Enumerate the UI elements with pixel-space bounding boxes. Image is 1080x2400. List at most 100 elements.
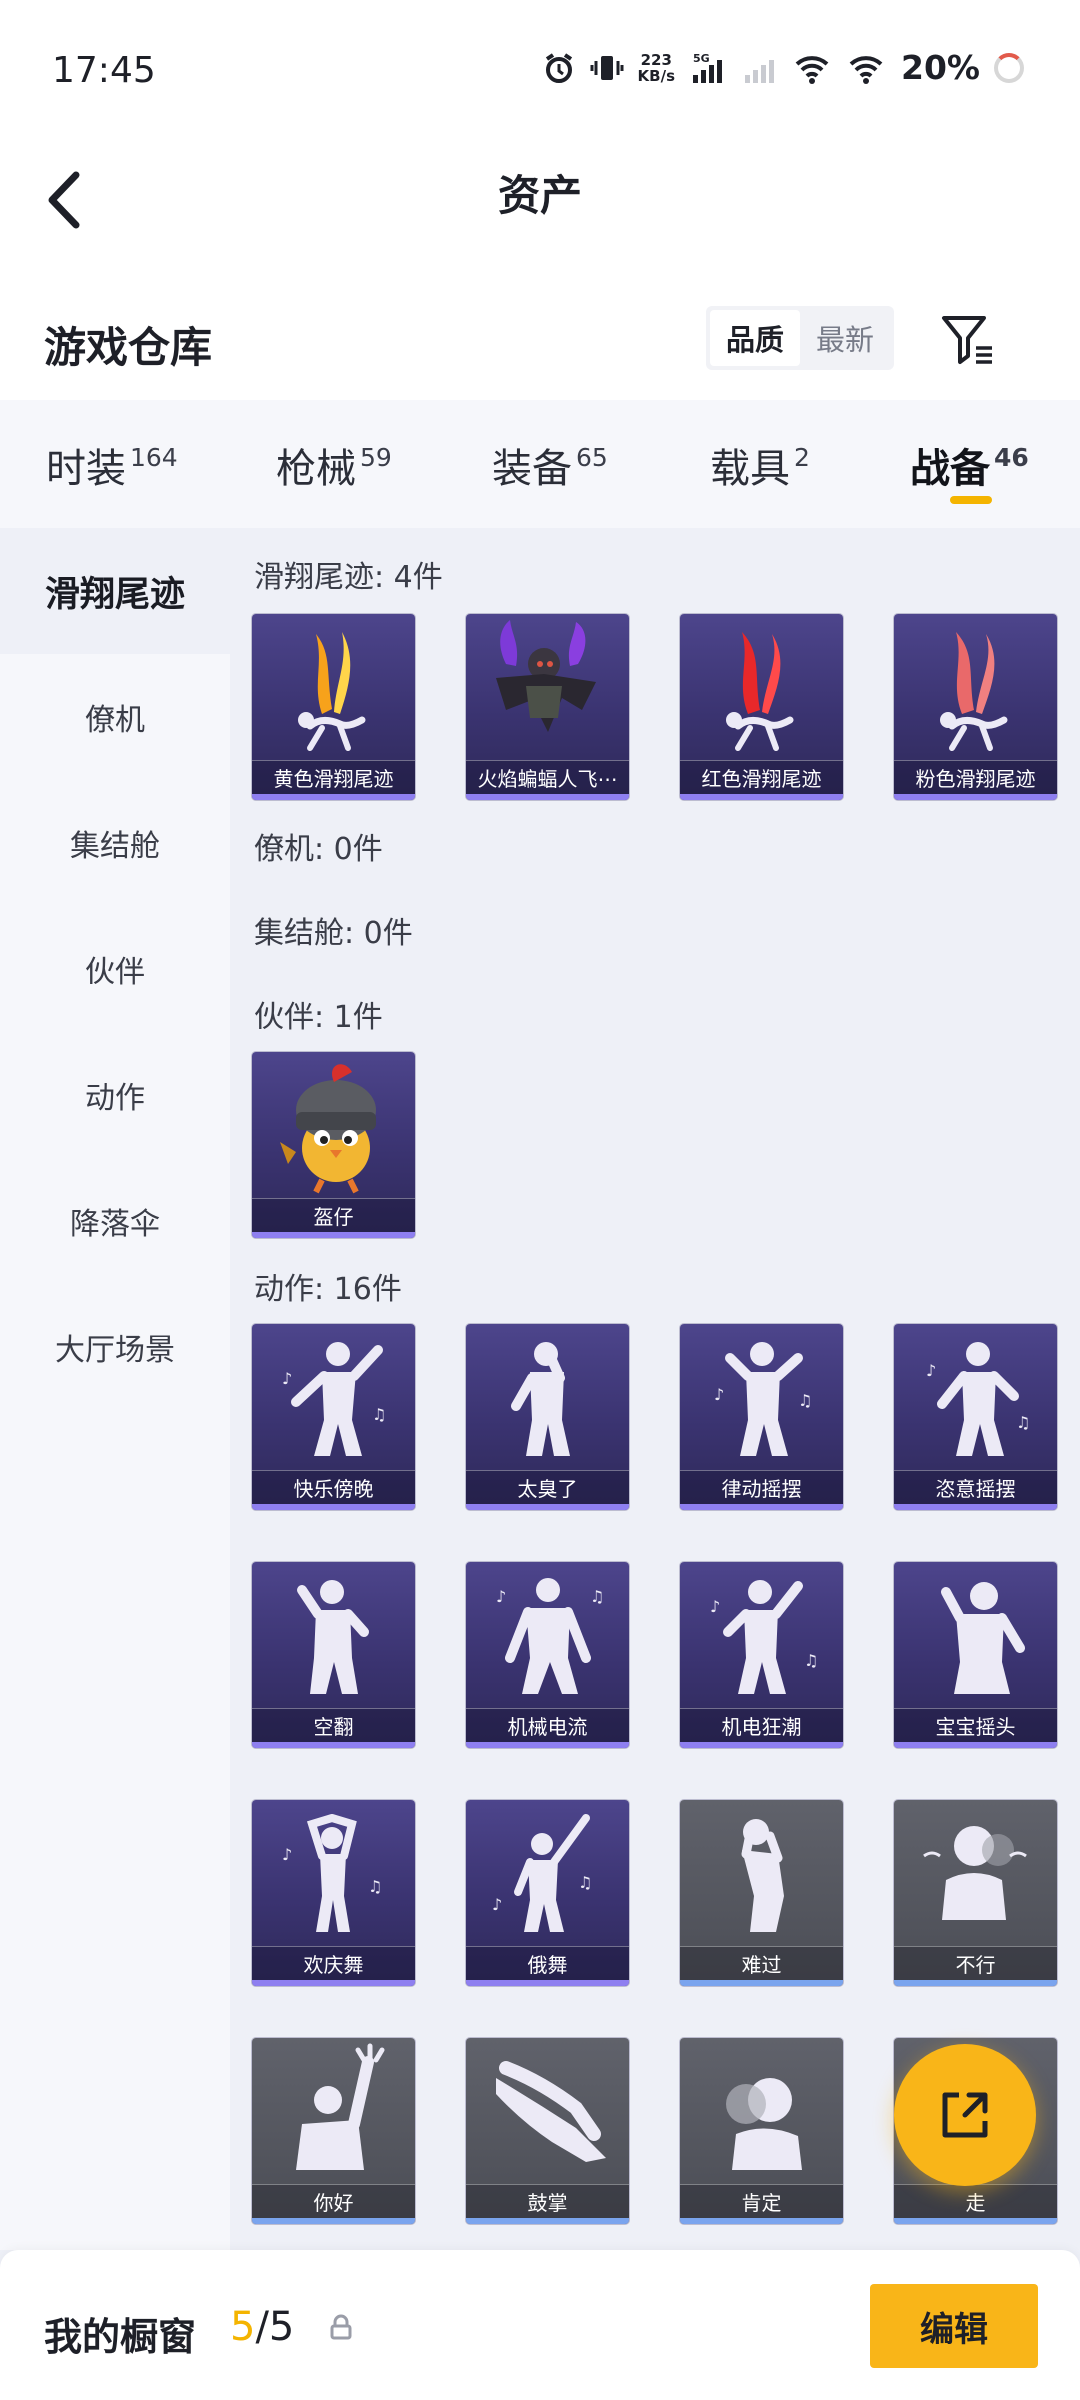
lock-icon <box>330 2314 352 2340</box>
item-name: 鼓掌 <box>466 2184 629 2218</box>
free-sway-emote-art: ♪♫ <box>926 1342 1030 1456</box>
item-name: 你好 <box>252 2184 415 2218</box>
page-title: 资产 <box>497 171 582 220</box>
item-name: 恣意摇摆 <box>894 1470 1057 1504</box>
item-card[interactable]: 太臭了 <box>466 1324 629 1510</box>
electro-wave-emote-art: ♪♫ <box>710 1580 818 1694</box>
tab-equipment[interactable]: 装备 65 <box>492 436 608 494</box>
filter-button[interactable] <box>938 310 998 370</box>
item-card[interactable]: 空翻 <box>252 1562 415 1748</box>
item-name: 肯定 <box>680 2184 843 2218</box>
item-name: 难过 <box>680 1946 843 1980</box>
item-name: 欢庆舞 <box>252 1946 415 1980</box>
sidebar-item-partner[interactable]: 伙伴 <box>0 906 230 1032</box>
wifi-plus-icon <box>795 55 829 84</box>
svg-text:♫: ♫ <box>372 1405 386 1424</box>
svg-text:♪: ♪ <box>496 1587 506 1606</box>
rarity-bar <box>252 794 415 800</box>
item-name: 快乐傍晚 <box>252 1470 415 1504</box>
item-card[interactable]: ♪ ♫ 律动摇摆 <box>680 1324 843 1510</box>
item-card[interactable]: 不行 <box>894 1800 1057 1986</box>
item-card[interactable]: ♪ ♫ 快乐傍晚 <box>252 1324 415 1510</box>
item-name: 红色滑翔尾迹 <box>680 760 843 794</box>
item-name: 黄色滑翔尾迹 <box>252 760 415 794</box>
item-card[interactable]: 你好 <box>252 2038 415 2224</box>
share-button[interactable] <box>894 2044 1036 2186</box>
sort-quality-option[interactable]: 品质 <box>710 310 800 366</box>
signal-icon <box>745 59 774 83</box>
svg-text:♫: ♫ <box>798 1391 812 1410</box>
item-name: 机电狂潮 <box>680 1708 843 1742</box>
flip-emote-art <box>297 1580 369 1694</box>
share-out-icon <box>942 2092 988 2138</box>
dance-emote-art: ♪♫ <box>282 1342 386 1456</box>
glide-trail-art <box>726 632 794 751</box>
rhythm-sway-emote-art: ♪ ♫ <box>714 1342 812 1456</box>
sidebar-item-parachute[interactable]: 降落伞 <box>0 1158 230 1284</box>
item-name: 盔仔 <box>252 1198 415 1232</box>
item-card[interactable]: 肯定 <box>680 2038 843 2224</box>
svg-text:♫: ♫ <box>590 1587 604 1606</box>
signal-5g-icon: 5G <box>693 52 722 83</box>
glide-trail-art <box>940 632 1008 751</box>
smelly-emote-art <box>511 1342 570 1456</box>
showcase-bar: 我的橱窗 5/5 编辑 <box>0 2250 1080 2400</box>
tab-vehicles[interactable]: 载具 2 <box>710 436 810 494</box>
sort-newest-option[interactable]: 最新 <box>800 310 890 366</box>
rarity-bar <box>466 1742 629 1748</box>
rarity-bar <box>894 794 1057 800</box>
group-label-glide-trail: 滑翔尾迹: 4件 <box>254 560 443 595</box>
battery-ring-icon <box>994 52 1024 83</box>
item-card[interactable]: 粉色滑翔尾迹 <box>894 614 1057 800</box>
battery-level: 20% <box>901 48 980 87</box>
rarity-bar <box>252 1504 415 1510</box>
sidebar-item-glide-trail[interactable]: 滑翔尾迹 <box>0 528 230 654</box>
item-card[interactable]: 宝宝摇头 <box>894 1562 1057 1748</box>
header: 资产 <box>0 140 1080 270</box>
svg-text:5G: 5G <box>693 52 710 65</box>
rarity-bar <box>894 2218 1057 2224</box>
item-card[interactable]: 红色滑翔尾迹 <box>680 614 843 800</box>
sidebar: 滑翔尾迹 僚机 集结舱 伙伴 动作 降落伞 大厅场景 <box>0 528 230 2250</box>
rarity-bar <box>894 1742 1057 1748</box>
item-card[interactable]: ♪ ♫ 恣意摇摆 <box>894 1324 1057 1510</box>
edit-button[interactable]: 编辑 <box>870 2284 1038 2368</box>
item-name: 粉色滑翔尾迹 <box>894 760 1057 794</box>
item-name: 宝宝摇头 <box>894 1708 1057 1742</box>
item-card[interactable]: ♪ ♫ 机械电流 <box>466 1562 629 1748</box>
svg-text:♫: ♫ <box>804 1651 818 1670</box>
item-card[interactable]: ♪ ♫ 俄舞 <box>466 1800 629 1986</box>
svg-text:♪: ♪ <box>492 1895 502 1914</box>
showcase-count: 5/5 <box>230 2304 295 2350</box>
tab-supplies[interactable]: 战备 46 <box>910 436 1029 494</box>
clap-emote-art <box>496 2061 606 2162</box>
svg-text:♫: ♫ <box>368 1877 382 1896</box>
rarity-bar <box>252 1232 415 1238</box>
sidebar-item-lobby-scene[interactable]: 大厅场景 <box>0 1284 230 1410</box>
showcase-label: 我的橱窗 <box>44 2315 197 2359</box>
item-card[interactable]: ♪ ♫ 机电狂潮 <box>680 1562 843 1748</box>
rarity-bar <box>252 1742 415 1748</box>
status-time: 17:45 <box>52 50 156 91</box>
sidebar-item-capsule[interactable]: 集结舱 <box>0 780 230 906</box>
sidebar-item-wingman[interactable]: 僚机 <box>0 654 230 780</box>
status-bar: 17:45 223 KB/s 5G 20% <box>0 0 1080 140</box>
item-card[interactable]: 盔仔 <box>252 1052 415 1238</box>
svg-text:♫: ♫ <box>1016 1413 1030 1432</box>
tab-fashion[interactable]: 时装 164 <box>46 436 178 494</box>
section-title: 游戏仓库 <box>44 323 213 372</box>
tab-weapons[interactable]: 枪械 59 <box>276 436 392 494</box>
item-card[interactable]: 难过 <box>680 1800 843 1986</box>
no-emote-art <box>923 1826 1027 1920</box>
item-card[interactable]: ♪ ♫ 欢庆舞 <box>252 1800 415 1986</box>
item-card[interactable]: 鼓掌 <box>466 2038 629 2224</box>
svg-text:♪: ♪ <box>926 1361 936 1380</box>
group-label-wingman: 僚机: 0件 <box>254 832 383 867</box>
rarity-bar <box>680 1742 843 1748</box>
alarm-icon <box>545 52 572 83</box>
rarity-bar <box>680 1980 843 1986</box>
item-name: 太臭了 <box>466 1470 629 1504</box>
sidebar-item-emote[interactable]: 动作 <box>0 1032 230 1158</box>
item-card[interactable]: 黄色滑翔尾迹 <box>252 614 415 800</box>
item-card[interactable]: 火焰蝙蝠人飞⋯ <box>466 614 629 800</box>
